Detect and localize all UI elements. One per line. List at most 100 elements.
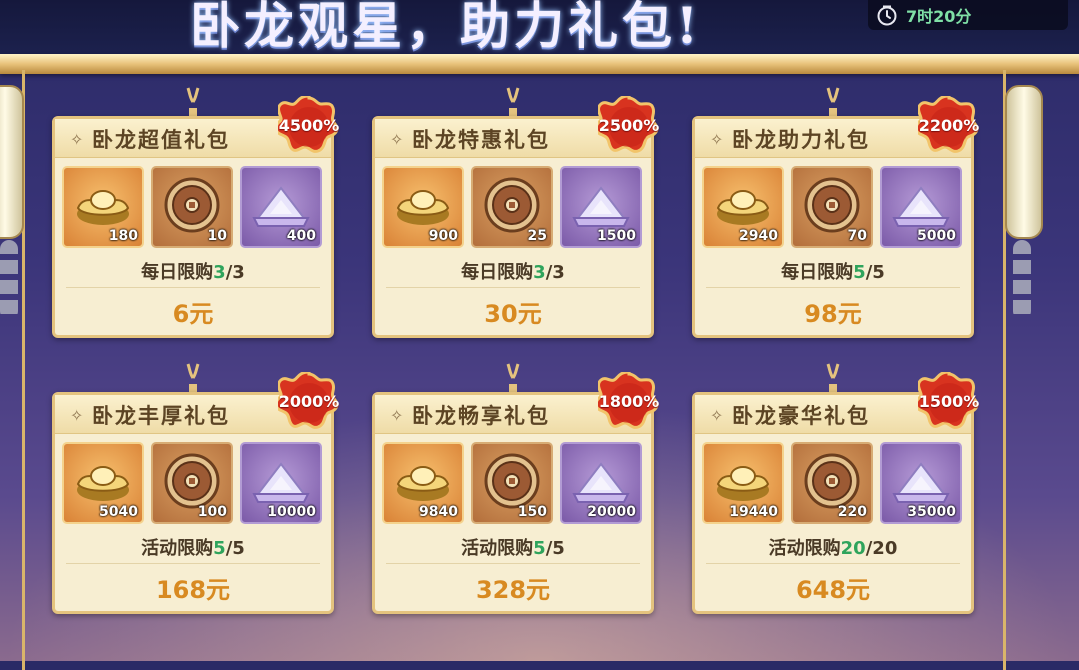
reward-item[interactable]: 5040: [62, 442, 144, 524]
gift-pack-card[interactable]: ✧ 卧龙超值礼包 4500% 180 10 400 每日限购3/3 6元: [52, 86, 339, 338]
reward-item[interactable]: 150: [471, 442, 553, 524]
buy-price-button[interactable]: 648元: [692, 570, 974, 605]
limit-total: /5: [545, 538, 565, 559]
discount-badge-text: 1500%: [918, 392, 980, 411]
reward-item[interactable]: 900: [382, 166, 464, 248]
reward-item[interactable]: 70: [791, 166, 873, 248]
limit-used: 5: [853, 262, 866, 283]
reward-quantity: 10: [207, 228, 227, 244]
purchase-limit: 活动限购5/5: [52, 534, 334, 560]
reward-quantity: 10000: [267, 504, 316, 520]
reward-quantity: 70: [847, 228, 867, 244]
clock-icon: [877, 5, 897, 26]
sparkle-icon: ✧: [70, 406, 84, 425]
reward-items: 9840 150 20000: [382, 442, 644, 528]
sparkle-icon: ✧: [710, 406, 724, 425]
limit-total: /20: [865, 538, 898, 559]
reward-item[interactable]: 220: [791, 442, 873, 524]
reward-quantity: 20000: [587, 504, 636, 520]
purchase-limit: 活动限购5/5: [372, 534, 654, 560]
reward-items: 5040 100 10000: [62, 442, 324, 528]
page-title: 卧龙观星，助力礼包!: [190, 0, 702, 55]
reward-item[interactable]: 20000: [560, 442, 642, 524]
gift-pack-card[interactable]: ✧ 卧龙丰厚礼包 2000% 5040 100 10000 活动限购5/5 16…: [52, 362, 339, 614]
reward-items: 2940 70 5000: [702, 166, 964, 252]
discount-badge-text: 2200%: [918, 116, 980, 135]
discount-badge-text: 2500%: [598, 116, 660, 135]
discount-badge-text: 1800%: [598, 392, 660, 411]
limit-used: 3: [533, 262, 546, 283]
buy-price-button[interactable]: 98元: [692, 294, 974, 329]
reward-item[interactable]: 2940: [702, 166, 784, 248]
right-coin-string-icon: [1013, 240, 1031, 320]
discount-badge-text: 2000%: [278, 392, 340, 411]
reward-quantity: 19440: [729, 504, 778, 520]
reward-item[interactable]: 1500: [560, 166, 642, 248]
limit-used: 3: [213, 262, 226, 283]
reward-item[interactable]: 10000: [240, 442, 322, 524]
hanger-ribbon-icon: [822, 362, 844, 396]
reward-item[interactable]: 19440: [702, 442, 784, 524]
sparkle-icon: ✧: [70, 130, 84, 149]
reward-quantity: 2940: [739, 228, 778, 244]
limit-used: 5: [213, 538, 226, 559]
reward-items: 900 25 1500: [382, 166, 644, 252]
reward-quantity: 900: [428, 228, 458, 244]
hanger-ribbon-icon: [502, 86, 524, 120]
pack-name: 卧龙特惠礼包: [412, 127, 550, 152]
pack-name: 卧龙畅享礼包: [412, 403, 550, 428]
gift-pack-card[interactable]: ✧ 卧龙畅享礼包 1800% 9840 150 20000 活动限购5/5 32…: [372, 362, 659, 614]
limit-label: 每日限购: [461, 262, 534, 283]
gift-pack-card[interactable]: ✧ 卧龙豪华礼包 1500% 19440 220 35000 活动限购20/20…: [692, 362, 979, 614]
buy-price-button[interactable]: 30元: [372, 294, 654, 329]
hanger-ribbon-icon: [182, 362, 204, 396]
pack-name: 卧龙豪华礼包: [732, 403, 870, 428]
reward-quantity: 25: [527, 228, 547, 244]
reward-item[interactable]: 9840: [382, 442, 464, 524]
reward-item[interactable]: 100: [151, 442, 233, 524]
purchase-limit: 活动限购20/20: [692, 534, 974, 560]
title-bar: 卧龙观星，助力礼包! 7时20分: [0, 0, 1079, 62]
limit-used: 5: [533, 538, 546, 559]
timer-text: 7时20分: [906, 7, 972, 26]
reward-quantity: 180: [108, 228, 138, 244]
reward-item[interactable]: 25: [471, 166, 553, 248]
purchase-limit: 每日限购3/3: [52, 258, 334, 284]
buy-price-button[interactable]: 328元: [372, 570, 654, 605]
limit-total: /5: [225, 538, 245, 559]
hanger-ribbon-icon: [822, 86, 844, 120]
buy-price-button[interactable]: 6元: [52, 294, 334, 329]
reward-items: 19440 220 35000: [702, 442, 964, 528]
reward-quantity: 100: [197, 504, 227, 520]
reward-item[interactable]: 5000: [880, 166, 962, 248]
right-lantern-icon: [1005, 85, 1043, 239]
divider: [706, 563, 960, 564]
reward-item[interactable]: 400: [240, 166, 322, 248]
left-lantern-icon: [0, 85, 24, 239]
gift-pack-card[interactable]: ✧ 卧龙特惠礼包 2500% 900 25 1500 每日限购3/3 30元: [372, 86, 659, 338]
pack-name: 卧龙丰厚礼包: [92, 403, 230, 428]
divider: [66, 563, 320, 564]
limit-used: 20: [840, 538, 866, 559]
pack-name: 卧龙助力礼包: [732, 127, 870, 152]
sparkle-icon: ✧: [390, 406, 404, 425]
reward-quantity: 400: [286, 228, 316, 244]
reward-quantity: 150: [517, 504, 547, 520]
reward-item[interactable]: 10: [151, 166, 233, 248]
pack-name: 卧龙超值礼包: [92, 127, 230, 152]
reward-item[interactable]: 35000: [880, 442, 962, 524]
limit-label: 活动限购: [461, 538, 534, 559]
reward-quantity: 220: [837, 504, 867, 520]
reward-items: 180 10 400: [62, 166, 324, 252]
limit-label: 每日限购: [781, 262, 854, 283]
divider: [706, 287, 960, 288]
reward-item[interactable]: 180: [62, 166, 144, 248]
discount-badge-text: 4500%: [278, 116, 340, 135]
buy-price-button[interactable]: 168元: [52, 570, 334, 605]
reward-quantity: 1500: [597, 228, 636, 244]
hanger-ribbon-icon: [182, 86, 204, 120]
gift-pack-card[interactable]: ✧ 卧龙助力礼包 2200% 2940 70 5000 每日限购5/5 98元: [692, 86, 979, 338]
divider: [386, 563, 640, 564]
purchase-limit: 每日限购5/5: [692, 258, 974, 284]
limit-total: /5: [865, 262, 885, 283]
